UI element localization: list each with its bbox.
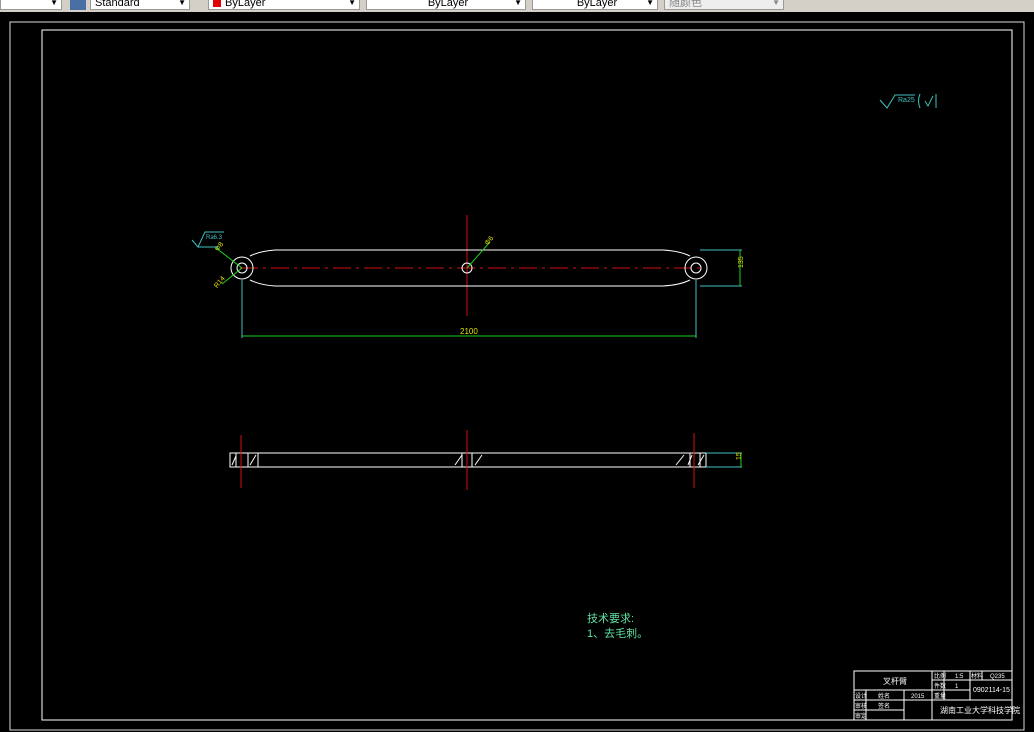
linetype-combo[interactable]: ByLayer ▼ — [366, 0, 526, 10]
label-weight: 重量 — [934, 692, 946, 700]
dim-height: 135 — [738, 256, 745, 268]
text-style-combo[interactable]: Standard ▼ — [90, 0, 190, 10]
plot-style-combo[interactable]: 随颜色 ▼ — [664, 0, 784, 10]
label-qty: 件数 — [934, 682, 946, 690]
label-scale: 比例 — [934, 672, 946, 680]
drawing-number: 0902114-15 — [973, 687, 1010, 694]
dim-thickness: 15 — [736, 452, 743, 460]
material-value: Q235 — [990, 674, 1005, 680]
dimstyle-combo[interactable]: ▼ — [0, 0, 62, 10]
tech-req-item: 1、去毛刺。 — [587, 627, 648, 640]
roughness-local-text: Ra6.3 — [206, 235, 223, 241]
lineweight-combo[interactable]: ByLayer ▼ — [532, 0, 658, 10]
linetype-value: ByLayer — [427, 0, 469, 9]
checker-name: 签名 — [878, 702, 890, 710]
plot-style-value: 随颜色 — [669, 0, 702, 9]
part-name: 叉杆臂 — [883, 676, 907, 686]
label-approve: 审定 — [855, 712, 867, 720]
text-style-icon[interactable] — [70, 0, 86, 10]
lineweight-value: ByLayer — [576, 0, 618, 9]
school-name: 湖南工业大学科技学院 — [940, 705, 1020, 715]
color-combo[interactable]: ByLayer ▼ — [208, 0, 360, 10]
label-material: 材料 — [971, 672, 983, 680]
design-date: 2015 — [911, 694, 925, 700]
color-value: ByLayer — [225, 0, 266, 9]
drawing-canvas[interactable]: Ra25 Φ8 R14 Φ6 2100 135 Ra6.3 15 技术要求: 1… — [0, 12, 1034, 732]
color-swatch-icon — [213, 0, 221, 8]
dim-length: 2100 — [460, 327, 478, 336]
text-style-value: Standard — [95, 0, 140, 9]
label-check: 审核 — [855, 702, 867, 710]
label-design: 设计 — [855, 692, 867, 700]
scale-value: 1:5 — [955, 674, 964, 680]
designer-name: 姓名 — [878, 692, 890, 700]
tech-req-title: 技术要求: — [587, 612, 634, 625]
roughness-general-text: Ra25 — [898, 97, 915, 104]
